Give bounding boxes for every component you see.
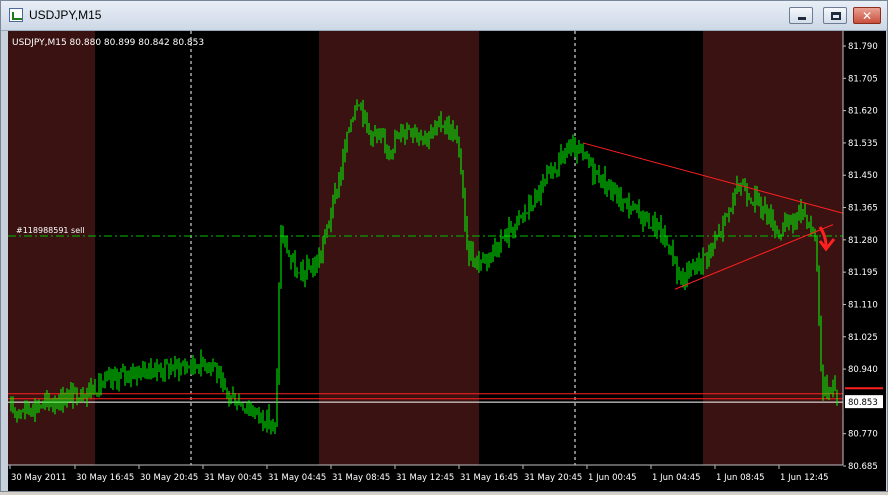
close-icon: ✕ [862,9,873,23]
time-axis: 30 May 2011 30 May 16:45 30 May 20:45 31 Ma… [9,465,829,483]
price-tick-label: 81.450 [848,171,878,181]
time-tick-label: 30 May 16:45 [76,473,134,483]
session-band [703,31,843,465]
session-bands [8,31,843,465]
maximize-button[interactable] [823,7,847,24]
time-tick-label: 1 Jun 12:45 [780,473,829,483]
price-tick-label: 81.620 [848,107,878,117]
time-tick-label: 31 May 16:45 [460,473,518,483]
price-axis: 81.790 81.705 81.620 81.535 81.450 81.365 81.2… [843,42,883,472]
price-tick-label: 81.025 [848,333,878,343]
time-tick-label: 31 May 20:45 [524,473,582,483]
price-tick-label: 81.195 [848,268,878,278]
time-tick-label: 1 Jun 00:45 [588,473,637,483]
chart-app-icon [9,8,23,22]
order-label: #118988591 sell [16,226,85,235]
chart-header: USDJPY,M15 80.880 80.899 80.842 80.853 [12,38,204,48]
red-level-marker [845,387,883,390]
chart-canvas[interactable]: #118988591 sell 81.790 81.705 81.620 81.535… [8,31,886,491]
price-tick-label: 81.535 [848,139,878,149]
price-tick-label: 80.685 [848,462,878,472]
time-tick-label: 31 May 00:45 [204,473,262,483]
price-tick-label: 81.280 [848,236,878,246]
price-tick-label: 81.365 [848,204,878,214]
time-tick-label: 31 May 04:45 [268,473,326,483]
minimize-icon [798,17,806,20]
window-titlebar[interactable]: USDJPY,M15 ✕ [1,1,887,31]
close-button[interactable]: ✕ [853,7,881,24]
price-tick-label: 81.110 [848,300,878,310]
price-tick-label: 81.705 [848,74,878,84]
price-tick-label: 81.790 [848,42,878,52]
window-title: USDJPY,M15 [29,8,102,22]
minimize-button[interactable] [789,7,813,24]
price-chart[interactable]: #118988591 sell 81.790 81.705 81.620 81.535… [8,31,886,491]
time-tick-label: 1 Jun 04:45 [652,473,701,483]
session-band [319,31,479,465]
time-tick-label: 30 May 2011 [11,473,66,483]
price-tick-label: 80.770 [848,430,878,440]
time-tick-label: 30 May 20:45 [140,473,198,483]
maximize-icon [831,12,841,20]
time-tick-label: 1 Jun 08:45 [716,473,765,483]
chart-window: USDJPY,M15 ✕ #118988591 sell 81.790 81.70… [0,0,888,492]
time-tick-label: 31 May 08:45 [332,473,390,483]
time-tick-label: 31 May 12:45 [396,473,454,483]
current-price-label: 80.853 [848,398,878,408]
price-tick-label: 80.940 [848,365,878,375]
